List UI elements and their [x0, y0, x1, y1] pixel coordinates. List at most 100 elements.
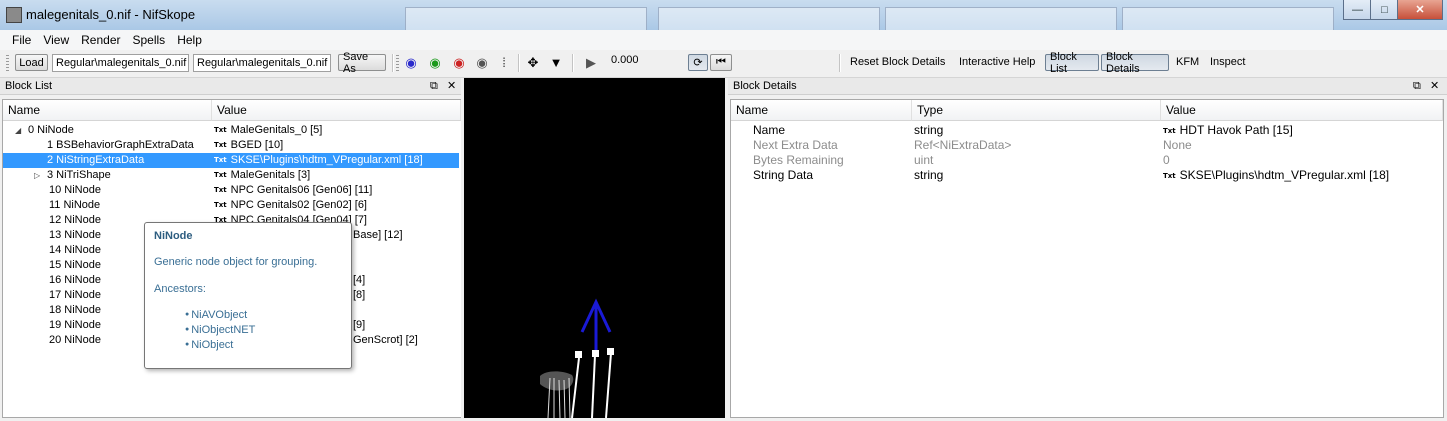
- footprints-icon[interactable]: ⁞: [496, 55, 512, 71]
- block-details-header: Block Details ⧉ ✕: [728, 78, 1447, 95]
- load-path-field[interactable]: Regular\malegenitals_0.nif: [52, 54, 189, 72]
- detail-value-text: None: [1163, 138, 1192, 152]
- menu-help[interactable]: Help: [171, 33, 208, 47]
- detail-value-text: SKSE\Plugins\hdtm_VPregular.xml [18]: [1179, 168, 1390, 182]
- detail-value[interactable]: Txt HDT Havok Path [15]: [1163, 123, 1293, 139]
- tooltip-ancestor: NiAVObject: [185, 309, 247, 321]
- tree-row[interactable]: 1 BSBehaviorGraphExtraData Txt BGED [10]: [3, 138, 459, 153]
- kfm-button[interactable]: KFM: [1176, 56, 1199, 68]
- txt-type-icon: Txt: [214, 186, 227, 194]
- eye-red-icon[interactable]: ◉: [451, 55, 467, 71]
- scene-render: [540, 298, 614, 419]
- toolbar-grip[interactable]: [6, 55, 9, 71]
- float-icon[interactable]: ⧉: [1413, 78, 1421, 95]
- block-value-text: BGED [10]: [230, 139, 284, 151]
- block-value: Base] [12]: [353, 228, 403, 243]
- eye-green-icon[interactable]: ◉: [427, 55, 443, 71]
- menu-file[interactable]: File: [6, 33, 37, 47]
- detail-value-text: 0: [1163, 153, 1170, 167]
- close-icon[interactable]: ✕: [447, 78, 456, 95]
- switch-anim-icon[interactable]: ⏮: [710, 54, 732, 71]
- block-name: 10 NiNode: [49, 184, 101, 196]
- block-name: 18 NiNode: [49, 304, 101, 316]
- details-col-type[interactable]: Type: [912, 100, 1161, 121]
- interactive-help-button[interactable]: Interactive Help: [959, 56, 1035, 68]
- right-splitter[interactable]: [725, 78, 728, 418]
- bone-marker: [592, 350, 599, 357]
- block-value-text: GenScrot] [2]: [353, 334, 418, 346]
- float-icon[interactable]: ⧉: [430, 78, 438, 95]
- block-list-col-value[interactable]: Value: [212, 100, 461, 121]
- detail-row[interactable]: Next Extra Data Ref<NiExtraData> None: [731, 138, 1443, 153]
- bone-marker: [607, 348, 614, 355]
- block-name: 3 NiTriShape: [47, 169, 111, 181]
- expand-arrow-icon[interactable]: ▷: [34, 168, 40, 183]
- close-icon[interactable]: ✕: [1430, 78, 1439, 95]
- detail-row[interactable]: Bytes Remaining uint 0: [731, 153, 1443, 168]
- detail-name: Bytes Remaining: [753, 153, 844, 167]
- window-title: malegenitals_0.nif - NifSkope: [26, 7, 196, 22]
- move-icon[interactable]: ✥: [525, 55, 541, 71]
- detail-value[interactable]: None: [1163, 138, 1192, 153]
- block-value-text: Base] [12]: [353, 229, 403, 241]
- detail-value[interactable]: 0: [1163, 153, 1170, 168]
- detail-name: Next Extra Data: [753, 138, 838, 152]
- block-name: 20 NiNode: [49, 334, 101, 346]
- render-viewport[interactable]: [464, 78, 725, 419]
- background-window-tab: [1122, 7, 1334, 30]
- eye-gray-icon[interactable]: ◉: [474, 55, 490, 71]
- block-value-text: SKSE\Plugins\hdtm_VPregular.xml [18]: [230, 154, 423, 166]
- detail-value[interactable]: Txt SKSE\Plugins\hdtm_VPregular.xml [18]: [1163, 168, 1389, 184]
- detail-row[interactable]: String Data string Txt SKSE\Plugins\hdtm_VP…: [731, 168, 1443, 183]
- inspect-button[interactable]: Inspect: [1210, 56, 1245, 68]
- detail-type: string: [914, 168, 944, 182]
- toolbar-separator: [392, 54, 394, 72]
- tree-row[interactable]: ◢ 0 NiNode Txt MaleGenitals_0 [5]: [3, 123, 459, 138]
- tree-row-selected[interactable]: 2 NiStringExtraData Txt SKSE\Plugins\hdtm_…: [3, 153, 459, 168]
- maximize-button[interactable]: □: [1370, 0, 1399, 20]
- reset-block-details-button[interactable]: Reset Block Details: [850, 56, 945, 68]
- txt-type-icon: Txt: [214, 171, 227, 179]
- menu-bar: File View Render Spells Help: [0, 30, 1447, 50]
- block-value-text: [8]: [353, 289, 366, 301]
- tree-row[interactable]: 11 NiNode Txt NPC Genitals02 [Gen02] [6]: [3, 198, 459, 213]
- block-value: [9]: [353, 318, 365, 333]
- tooltip-ancestor: NiObject: [185, 339, 233, 351]
- tree-row[interactable]: ▷ 3 NiTriShape Txt MaleGenitals [3]: [3, 168, 459, 183]
- menu-render[interactable]: Render: [75, 33, 126, 47]
- close-button[interactable]: ✕: [1397, 0, 1443, 20]
- menu-view[interactable]: View: [37, 33, 75, 47]
- tree-row[interactable]: 10 NiNode Txt NPC Genitals06 [Gen06] [11]: [3, 183, 459, 198]
- details-col-name[interactable]: Name: [731, 100, 912, 121]
- menu-spells[interactable]: Spells: [127, 33, 172, 47]
- details-col-value[interactable]: Value: [1161, 100, 1443, 121]
- block-value-text: MaleGenitals [3]: [230, 169, 311, 181]
- minimize-button[interactable]: —: [1343, 0, 1372, 20]
- play-icon[interactable]: ▶: [583, 55, 599, 71]
- block-value: [4]: [353, 273, 365, 288]
- block-value-text: MaleGenitals_0 [5]: [230, 124, 323, 136]
- tooltip-description: Generic node object for grouping.: [154, 256, 318, 268]
- block-name: 12 NiNode: [49, 214, 101, 226]
- block-value: Txt SKSE\Plugins\hdtm_VPregular.xml [18]: [214, 153, 423, 168]
- save-path-field[interactable]: Regular\malegenitals_0.nif: [193, 54, 331, 72]
- loop-icon[interactable]: ⟳: [688, 54, 708, 71]
- block-list-col-name[interactable]: Name: [3, 100, 212, 121]
- detail-row[interactable]: Name string Txt HDT Havok Path [15]: [731, 123, 1443, 138]
- block-details-toggle[interactable]: Block Details: [1101, 51, 1169, 75]
- block-name: 2 NiStringExtraData: [47, 154, 145, 166]
- save-as-button[interactable]: Save As: [338, 51, 386, 75]
- block-list-toggle[interactable]: Block List: [1045, 51, 1099, 75]
- background-window-tab: [885, 7, 1117, 30]
- txt-type-icon: Txt: [214, 201, 227, 209]
- collapse-arrow-icon[interactable]: ◢: [15, 123, 21, 138]
- eye-blue-icon[interactable]: ◉: [403, 55, 419, 71]
- tooltip-ancestor: NiObjectNET: [185, 324, 255, 336]
- block-value-text: [4]: [353, 274, 366, 286]
- load-button[interactable]: Load: [15, 54, 48, 71]
- block-details-table[interactable]: Name Type Value Name string Txt HDT Havok P…: [730, 99, 1444, 418]
- bone-line: [605, 352, 612, 419]
- toolbar-grip[interactable]: [396, 55, 399, 71]
- view-dropdown-icon[interactable]: ▼: [548, 55, 564, 71]
- detail-name: Name: [753, 123, 786, 137]
